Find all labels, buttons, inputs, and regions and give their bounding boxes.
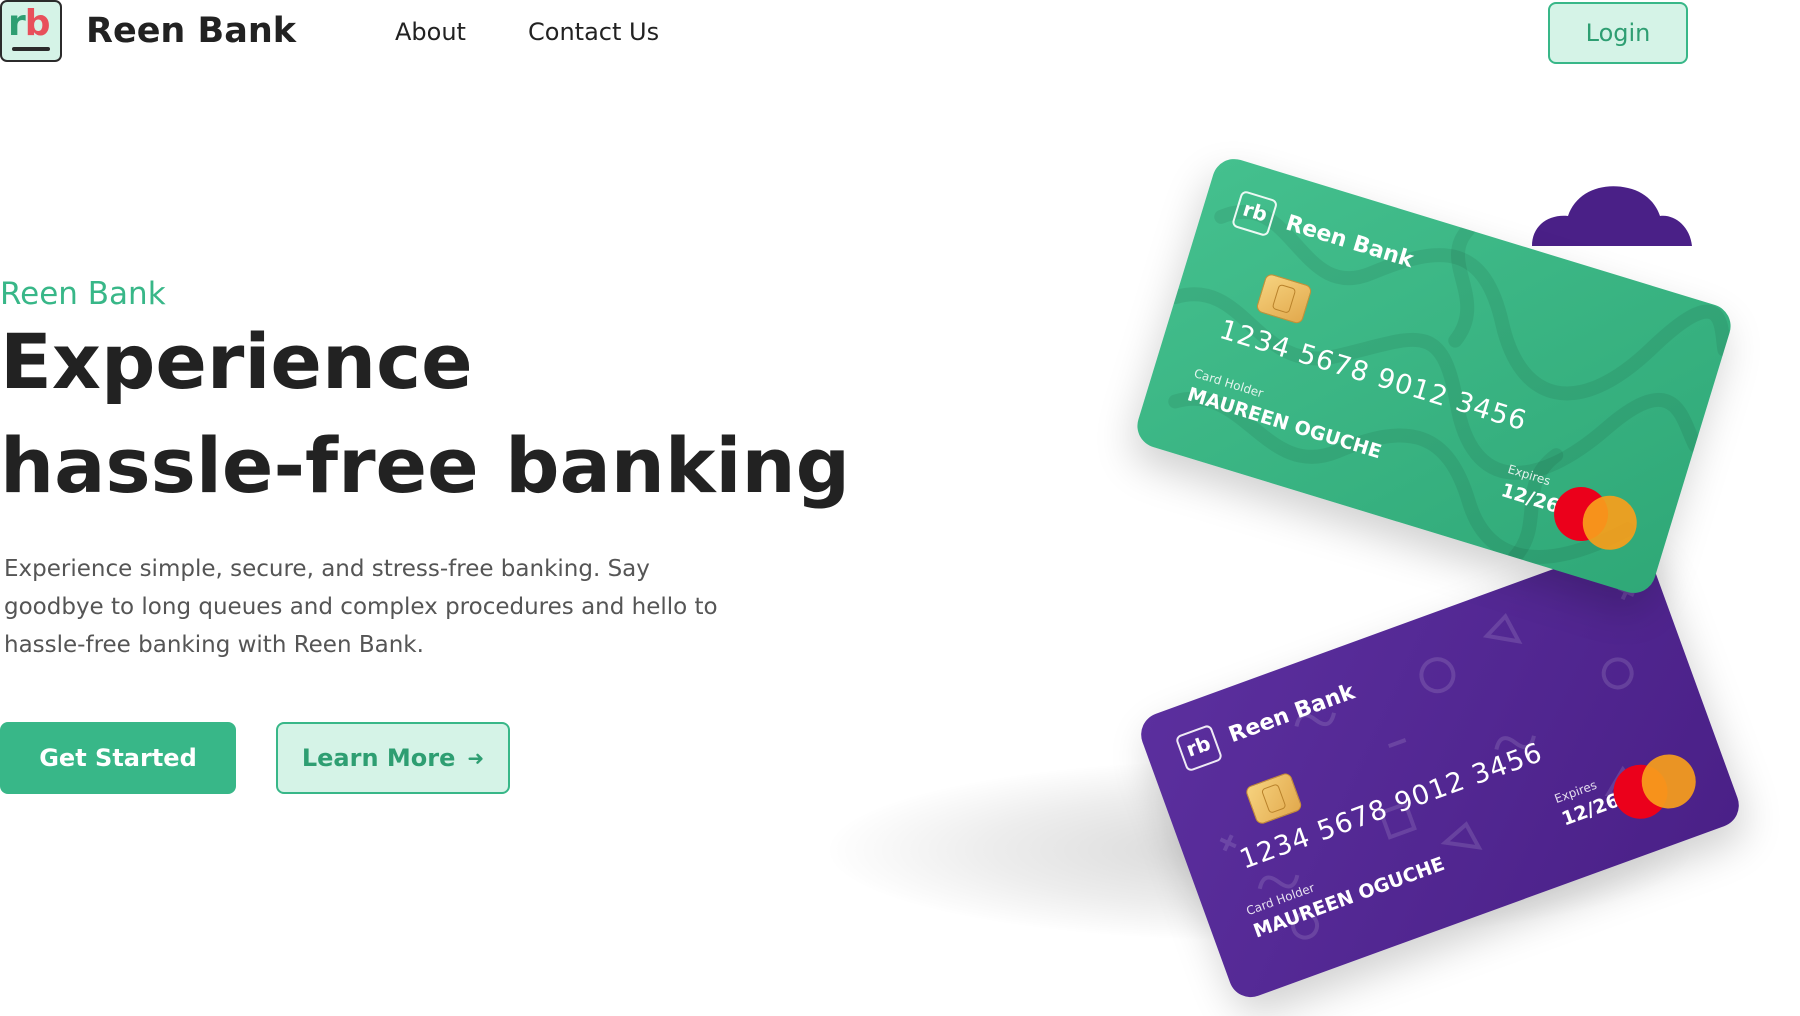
learn-more-label: Learn More bbox=[301, 744, 456, 772]
arrow-right-icon: ➜ bbox=[467, 746, 485, 770]
cloud-icon bbox=[1532, 186, 1692, 246]
headline-line-2: hassle-free banking bbox=[0, 421, 850, 510]
hero-eyebrow: Reen Bank bbox=[0, 276, 166, 312]
nav-about-link[interactable]: About bbox=[395, 16, 466, 48]
hero-headline: Experience hassle-free banking bbox=[0, 310, 850, 518]
brand-name[interactable]: Reen Bank bbox=[86, 10, 296, 52]
logo-mark: rb bbox=[8, 3, 51, 44]
logo[interactable]: rb bbox=[0, 0, 62, 62]
learn-more-button[interactable]: Learn More ➜ bbox=[276, 722, 510, 794]
logo-underline bbox=[12, 47, 50, 51]
headline-line-1: Experience bbox=[0, 317, 473, 406]
nav-contact-link[interactable]: Contact Us bbox=[528, 16, 659, 48]
hero-description: Experience simple, secure, and stress-fr… bbox=[4, 556, 718, 658]
login-button[interactable]: Login bbox=[1548, 2, 1688, 64]
purple-credit-card: rb Reen Bank 1234 5678 9012 3456 Card Ho… bbox=[1134, 536, 1746, 1004]
get-started-button[interactable]: Get Started bbox=[0, 722, 236, 794]
